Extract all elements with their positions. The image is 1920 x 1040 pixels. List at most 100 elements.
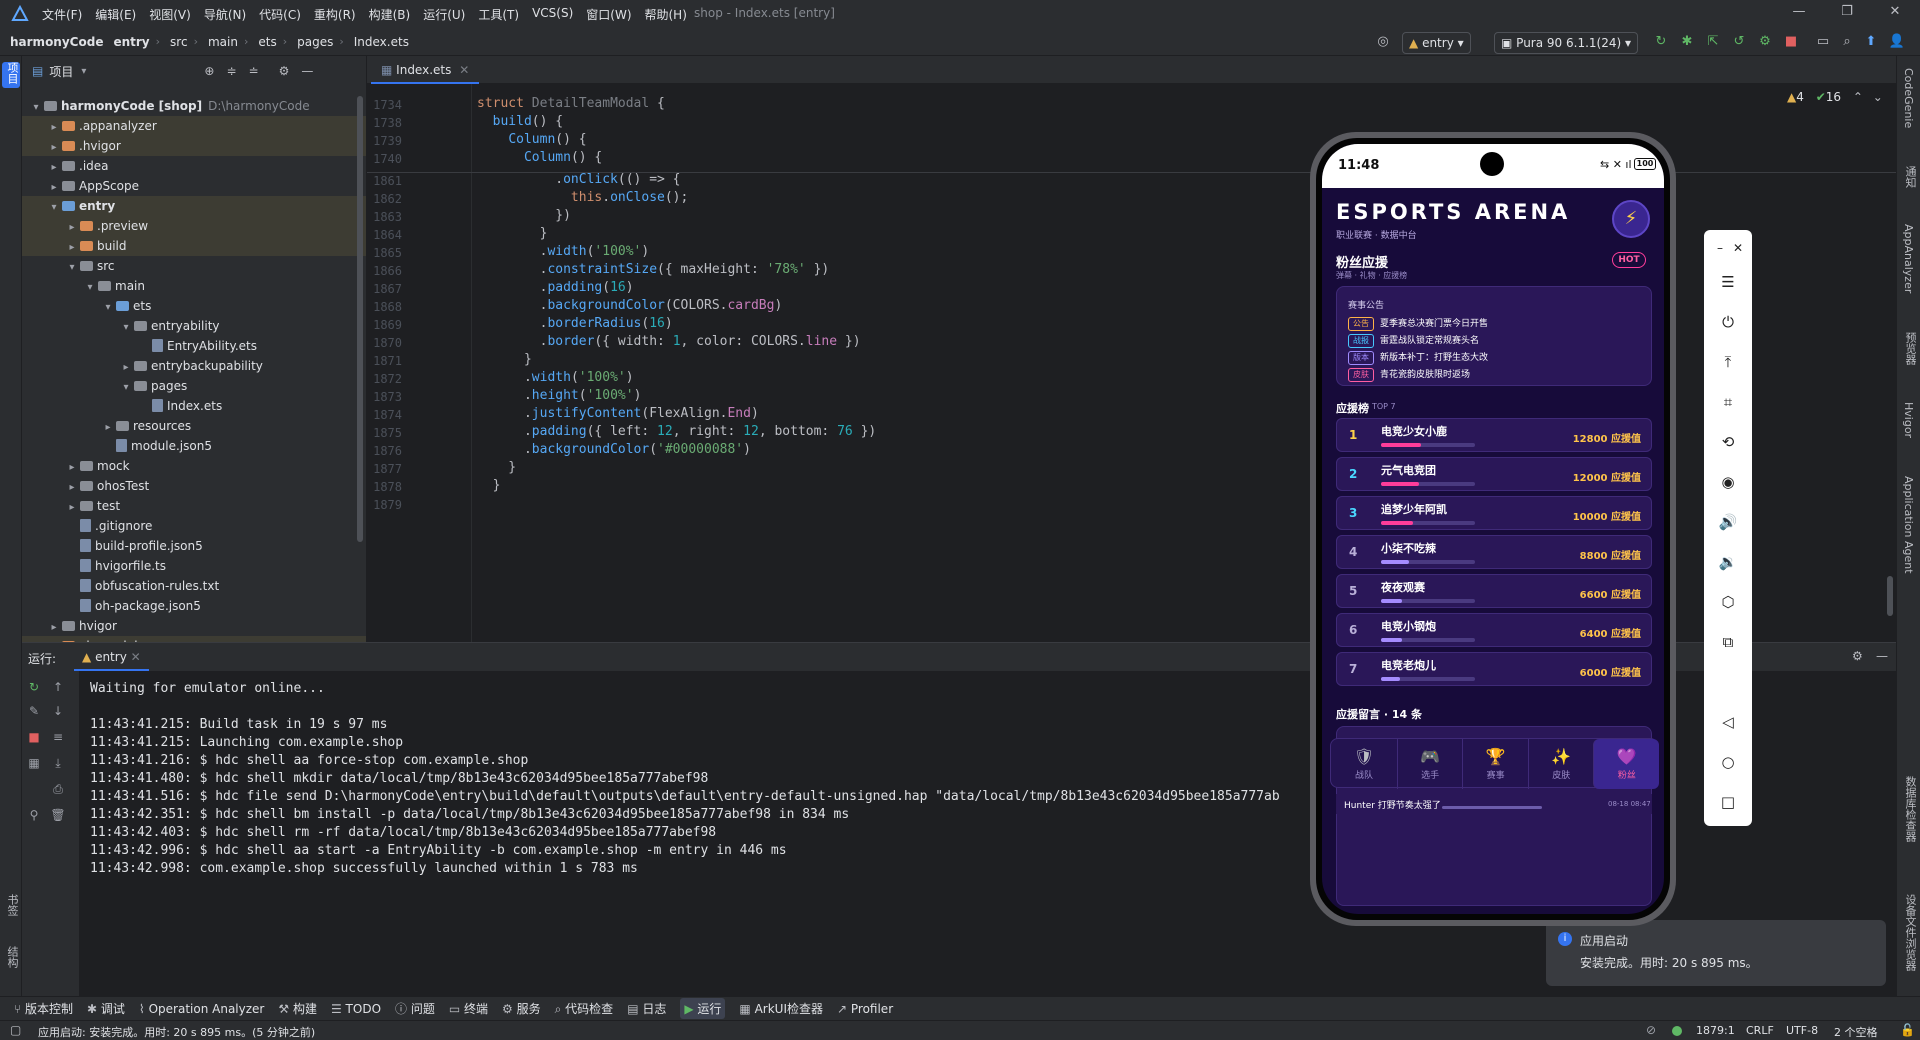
chevron-right-icon[interactable]: ▸: [66, 458, 78, 478]
device-selector[interactable]: ▣ Pura 90 6.1.1(24) ▾: [1494, 32, 1639, 54]
rank-card[interactable]: 4 小柒不吃辣 8800 应援值: [1336, 535, 1652, 569]
tool-codegenie[interactable]: CodeGenie: [1902, 68, 1915, 128]
close-tab-icon[interactable]: ✕: [131, 650, 141, 664]
tree-item[interactable]: ▸ hvigor: [22, 616, 366, 638]
run-icon[interactable]: ↻: [1652, 33, 1670, 51]
code-line[interactable]: .justifyContent(FlexAlign.End): [477, 406, 759, 421]
code-line[interactable]: }: [477, 352, 532, 367]
bottom-tool-12[interactable]: ↗ Profiler: [837, 1002, 893, 1016]
tree-item[interactable]: obfuscation-rules.txt: [22, 576, 366, 596]
phone-screen[interactable]: 11:48 ⇆ ✕ ıl 100 ESPORTS ARENA 职业联赛 · 数据…: [1322, 144, 1664, 914]
tree-item[interactable]: ▸ .appanalyzer: [22, 116, 366, 138]
menu-item[interactable]: 重构(R): [314, 6, 356, 23]
code-line[interactable]: Column() {: [477, 150, 602, 165]
hide-panel-icon[interactable]: —: [1876, 649, 1888, 663]
rank-card[interactable]: 3 追梦少年阿凯 10000 应援值: [1336, 496, 1652, 530]
status-message[interactable]: 应用启动: 安装完成。用时: 20 s 895 ms。(5 分钟之前): [38, 1024, 315, 1040]
rerun-icon[interactable]: ↻: [26, 679, 42, 695]
chevron-down-icon[interactable]: ⌄: [1873, 90, 1883, 104]
code-line[interactable]: .backgroundColor('#00000088'): [477, 442, 751, 457]
pin-top-icon[interactable]: ⤒: [1718, 352, 1738, 372]
bottom-tool-8[interactable]: ⌕ 代码检查: [555, 1000, 614, 1017]
chevron-right-icon[interactable]: ▸: [48, 118, 60, 138]
tree-item[interactable]: ▾ entry: [22, 196, 366, 218]
phone-nav-item[interactable]: 💜 粉丝: [1593, 739, 1660, 789]
tree-item[interactable]: ▸ build: [22, 236, 366, 256]
announcement-item[interactable]: 皮肤 青花瓷韵皮肤限时返场: [1348, 367, 1470, 382]
code-line[interactable]: .padding({ left: 12, right: 12, bottom: …: [477, 424, 876, 439]
close-icon[interactable]: ✕: [1728, 238, 1748, 258]
breadcrumb-item[interactable]: entry: [113, 35, 149, 49]
tree-item[interactable]: ▸ AppScope: [22, 176, 366, 196]
account-icon[interactable]: 👤: [1888, 33, 1906, 51]
menu-item[interactable]: 代码(C): [259, 6, 301, 23]
volume-up-icon[interactable]: 🔊: [1718, 512, 1738, 532]
power-icon[interactable]: ⏻: [1718, 312, 1738, 332]
inspection-widget[interactable]: ▲4 ✔16 ⌃ ⌄: [1787, 90, 1883, 104]
chevron-down-icon[interactable]: ▾: [48, 198, 60, 218]
chevron-down-icon[interactable]: ▾: [120, 318, 132, 338]
bottom-tool-3[interactable]: ⚒ 构建: [278, 1000, 317, 1017]
code-line[interactable]: .onClick(() => {: [477, 172, 680, 187]
tree-item[interactable]: .gitignore: [22, 516, 366, 536]
tool-structure[interactable]: 结构: [4, 946, 20, 968]
code-line[interactable]: .borderRadius(16): [477, 316, 673, 331]
arrow-up-icon[interactable]: ↑: [50, 679, 66, 695]
phone-nav-item[interactable]: ✨ 皮肤: [1527, 739, 1594, 789]
announcement-item[interactable]: 战报 雷霆战队锁定常规赛头名: [1348, 333, 1479, 348]
fold-icon[interactable]: ⬡: [1718, 592, 1738, 612]
search-icon[interactable]: ⌕: [1838, 33, 1856, 51]
code-line[interactable]: .backgroundColor(COLORS.cardBg): [477, 298, 783, 313]
rank-card[interactable]: 2 元气电竞团 12000 应援值: [1336, 457, 1652, 491]
code-line[interactable]: }: [477, 460, 516, 475]
code-line[interactable]: build() {: [477, 114, 563, 129]
tree-item[interactable]: ▾ ets: [22, 296, 366, 318]
menu-icon[interactable]: ☰: [1718, 272, 1738, 292]
tree-item[interactable]: ▾ harmonyCode [shop] D:\harmonyCode: [22, 96, 366, 118]
notification-popup[interactable]: i 应用启动 安装完成。用时: 20 s 895 ms。: [1546, 920, 1886, 986]
bottom-tool-2[interactable]: ⌇ Operation Analyzer: [139, 1002, 264, 1016]
bottom-tool-5[interactable]: ⓘ 问题: [395, 1000, 435, 1017]
bottom-tool-11[interactable]: ▦ ArkUI检查器: [739, 1000, 823, 1017]
chevron-down-icon[interactable]: ▾: [30, 98, 42, 118]
bottom-tool-1[interactable]: ✱ 调试: [87, 1000, 125, 1017]
layout-icon[interactable]: ▦: [26, 755, 42, 771]
hide-panel-icon[interactable]: —: [301, 64, 313, 78]
chevron-down-icon[interactable]: ▾: [102, 298, 114, 318]
stop-icon[interactable]: ■: [1782, 33, 1800, 51]
minimize-icon[interactable]: –: [1710, 238, 1730, 258]
announcement-item[interactable]: 公告 夏季赛总决赛门票今日开售: [1348, 316, 1488, 331]
tool-application-agent[interactable]: Application Agent: [1902, 476, 1915, 574]
code-line[interactable]: Column() {: [477, 132, 586, 147]
chevron-up-icon[interactable]: ⌃: [1853, 90, 1863, 104]
chevron-right-icon[interactable]: ▸: [120, 358, 132, 378]
gear-icon[interactable]: ⚙: [279, 64, 290, 78]
phone-nav-item[interactable]: 🏆 赛事: [1462, 739, 1528, 789]
editor-scrollbar[interactable]: [1887, 576, 1893, 616]
stop-icon[interactable]: ■: [26, 729, 42, 745]
run-tab-entry[interactable]: ▲ entry ✕: [74, 645, 149, 671]
bottom-tool-4[interactable]: ☰ TODO: [331, 1002, 381, 1016]
chevron-down-icon[interactable]: ▾: [84, 278, 96, 298]
menu-item[interactable]: 导航(N): [204, 6, 246, 23]
crop-icon[interactable]: ⌗: [1718, 392, 1738, 412]
module-selector[interactable]: ▲ entry ▾: [1402, 32, 1471, 54]
maximize-button[interactable]: ❐: [1832, 4, 1862, 24]
tab-index-ets[interactable]: ▦ Index.ets ✕: [371, 58, 480, 84]
menu-item[interactable]: 帮助(H): [645, 6, 687, 23]
status-layout-icon[interactable]: ▢: [10, 1023, 21, 1037]
tree-item[interactable]: ▸ resources: [22, 416, 366, 436]
tree-item[interactable]: ▸ .preview: [22, 216, 366, 236]
tool-appanalyzer[interactable]: AppAnalyzer: [1902, 224, 1915, 293]
chevron-right-icon[interactable]: ▸: [48, 158, 60, 178]
code-line[interactable]: }): [477, 208, 571, 223]
chevron-right-icon[interactable]: ▸: [48, 618, 60, 638]
menu-item[interactable]: 工具(T): [478, 6, 519, 23]
update-icon[interactable]: ⬆: [1862, 33, 1880, 51]
announcement-item[interactable]: 版本 新版本补丁：打野生态大改: [1348, 350, 1488, 365]
code-line[interactable]: }: [477, 226, 548, 241]
tree-scrollbar[interactable]: [357, 96, 363, 542]
tool-database-inspector[interactable]: 数据库检查器: [1902, 776, 1918, 842]
code-line[interactable]: }: [477, 478, 501, 493]
volume-down-icon[interactable]: 🔉: [1718, 552, 1738, 572]
